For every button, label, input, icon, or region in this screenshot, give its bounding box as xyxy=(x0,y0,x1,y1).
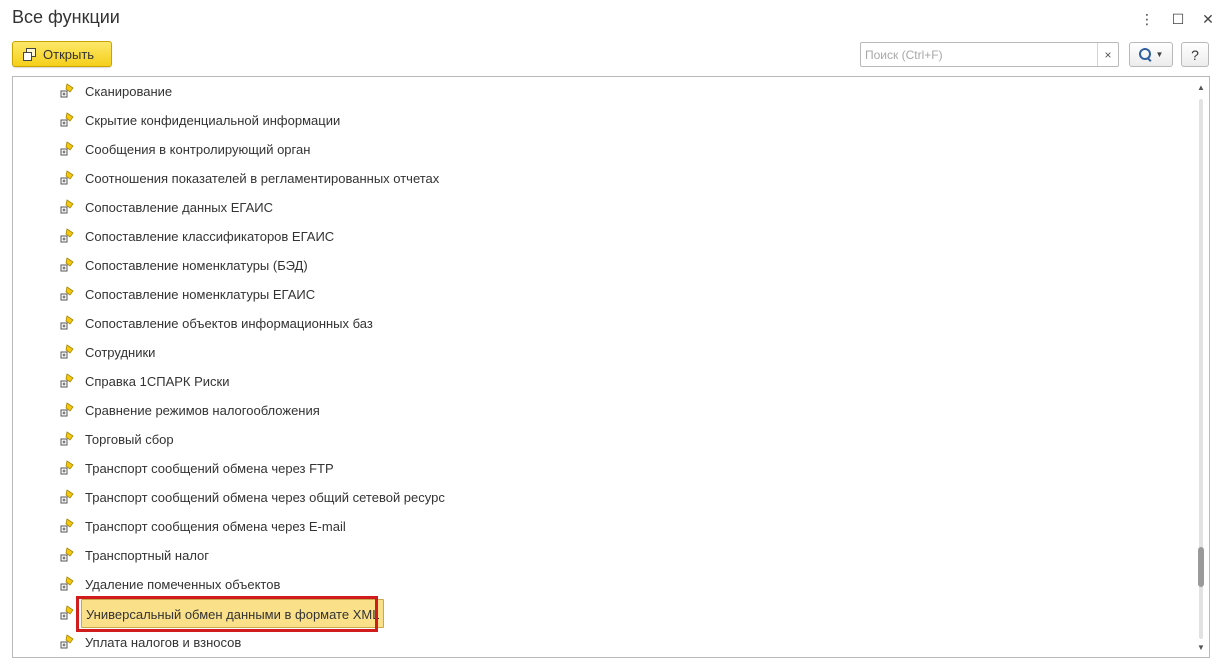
search-input[interactable] xyxy=(861,43,1097,66)
list-item[interactable]: Сравнение режимов налогообложения xyxy=(13,396,1193,425)
list-item-label: Торговый сбор xyxy=(85,432,174,447)
selection-highlight-frame xyxy=(76,596,378,632)
list-item[interactable]: Сопоставление объектов информационных ба… xyxy=(13,309,1193,338)
processing-key-icon xyxy=(59,199,75,215)
processing-key-icon xyxy=(59,489,75,505)
list-item[interactable]: Уплата налогов и взносов xyxy=(13,628,1193,657)
list-item[interactable]: Соотношения показателей в регламентирова… xyxy=(13,164,1193,193)
list-item[interactable]: Удаление помеченных объектов xyxy=(13,570,1193,599)
processing-key-icon xyxy=(59,170,75,186)
list-item-label: Транспорт сообщения обмена через E-mail xyxy=(85,519,346,534)
list-item[interactable]: Сопоставление данных ЕГАИС xyxy=(13,193,1193,222)
processing-key-icon xyxy=(59,228,75,244)
title-bar: Все функции ⋮ ☐ ✕ xyxy=(0,0,1227,38)
open-button[interactable]: Открыть xyxy=(12,41,112,67)
list-item[interactable]: Сканирование xyxy=(13,77,1193,106)
processing-key-icon xyxy=(59,634,75,650)
list-item-label: Сопоставление данных ЕГАИС xyxy=(85,200,274,215)
scroll-up-icon[interactable]: ▲ xyxy=(1196,83,1206,93)
list-item[interactable]: Скрытие конфиденциальной информации xyxy=(13,106,1193,135)
list-item-label: Сопоставление номенклатуры ЕГАИС xyxy=(85,287,316,302)
processing-key-icon xyxy=(59,576,75,592)
functions-list: Сканирование Скрытие конфиденциальной инф… xyxy=(12,76,1210,658)
open-icon xyxy=(23,48,36,61)
scroll-thumb[interactable] xyxy=(1198,547,1204,587)
maximize-icon[interactable]: ☐ xyxy=(1167,8,1189,30)
list-item-label: Сопоставление номенклатуры (БЭД) xyxy=(85,258,308,273)
processing-key-icon xyxy=(59,547,75,563)
list-item[interactable]: Транспорт сообщения обмена через E-mail xyxy=(13,512,1193,541)
list-item-label: Удаление помеченных объектов xyxy=(85,577,281,592)
more-menu-icon[interactable]: ⋮ xyxy=(1136,8,1158,30)
processing-key-icon xyxy=(59,257,75,273)
list-item-label: Сопоставление объектов информационных ба… xyxy=(85,316,373,331)
processing-key-icon xyxy=(59,460,75,476)
list-item-label: Транспорт сообщений обмена через FTP xyxy=(85,461,334,476)
processing-key-icon xyxy=(59,373,75,389)
toolbar: Открыть × ▼ ? xyxy=(0,38,1227,72)
list-item[interactable]: Транспорт сообщений обмена через FTP xyxy=(13,454,1193,483)
list-item[interactable]: Сообщения в контролирующий орган xyxy=(13,135,1193,164)
help-button[interactable]: ? xyxy=(1181,42,1209,67)
processing-key-icon xyxy=(59,286,75,302)
scroll-down-icon[interactable]: ▼ xyxy=(1196,643,1206,653)
list-item-label: Скрытие конфиденциальной информации xyxy=(85,113,341,128)
search-box: × xyxy=(860,42,1119,67)
list-item-label: Сотрудники xyxy=(85,345,156,360)
list-item-label: Сравнение режимов налогообложения xyxy=(85,403,320,418)
list-item[interactable]: Транспорт сообщений обмена через общий с… xyxy=(13,483,1193,512)
list-item[interactable]: Сопоставление номенклатуры (БЭД) xyxy=(13,251,1193,280)
list-item-label: Соотношения показателей в регламентирова… xyxy=(85,171,440,186)
processing-key-icon xyxy=(59,402,75,418)
list-item-label: Сканирование xyxy=(85,84,173,99)
processing-key-icon xyxy=(59,315,75,331)
page-title: Все функции xyxy=(12,7,120,27)
processing-key-icon xyxy=(59,431,75,447)
vertical-scrollbar[interactable]: ▲ ▼ xyxy=(1193,77,1209,657)
processing-key-icon xyxy=(59,344,75,360)
list-item[interactable]: Справка 1СПАРК Риски xyxy=(13,367,1193,396)
close-icon[interactable]: ✕ xyxy=(1197,8,1219,30)
processing-key-icon xyxy=(59,83,75,99)
search-icon xyxy=(1138,48,1152,61)
list-item-label: Справка 1СПАРК Риски xyxy=(85,374,230,389)
list-item[interactable]: Сопоставление номенклатуры ЕГАИС xyxy=(13,280,1193,309)
list-item-label: Сопоставление классификаторов ЕГАИС xyxy=(85,229,335,244)
open-button-label: Открыть xyxy=(43,46,95,62)
list-item-label: Транспорт сообщений обмена через общий с… xyxy=(85,490,445,505)
list-item-label: Сообщения в контролирующий орган xyxy=(85,142,311,157)
chevron-down-icon: ▼ xyxy=(1155,50,1164,59)
processing-key-icon xyxy=(59,112,75,128)
list-item[interactable]: Сотрудники xyxy=(13,338,1193,367)
processing-key-icon xyxy=(59,518,75,534)
list-item-label: Уплата налогов и взносов xyxy=(85,635,242,650)
search-button[interactable]: ▼ xyxy=(1129,42,1173,67)
processing-key-icon xyxy=(59,605,75,621)
list-item-label: Транспортный налог xyxy=(85,548,210,563)
processing-key-icon xyxy=(59,141,75,157)
list-item[interactable]: Торговый сбор xyxy=(13,425,1193,454)
list-item[interactable]: Транспортный налог xyxy=(13,541,1193,570)
clear-search-icon[interactable]: × xyxy=(1097,43,1118,66)
list-item[interactable]: Сопоставление классификаторов ЕГАИС xyxy=(13,222,1193,251)
